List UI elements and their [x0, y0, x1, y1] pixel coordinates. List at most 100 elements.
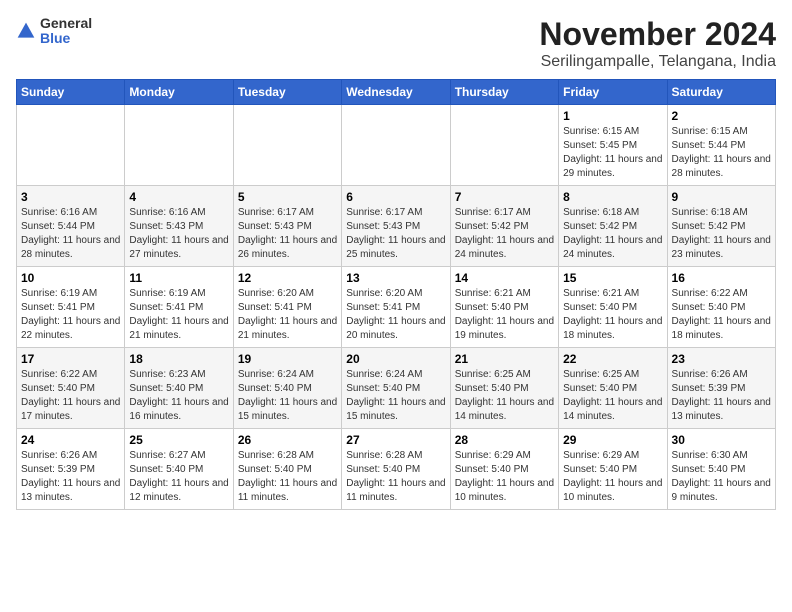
day-info: Sunrise: 6:24 AM Sunset: 5:40 PM Dayligh…	[346, 368, 445, 424]
calendar-cell: 27Sunrise: 6:28 AM Sunset: 5:40 PM Dayli…	[342, 429, 450, 510]
calendar-cell: 4 Sunrise: 6:16 AM Sunset: 5:43 PM Daylig…	[125, 186, 233, 267]
day-number: 19	[238, 352, 337, 366]
calendar-cell: 7Sunrise: 6:17 AM Sunset: 5:42 PM Daylig…	[450, 186, 558, 267]
day-number: 12	[238, 271, 337, 285]
calendar-cell: 20 Sunrise: 6:24 AM Sunset: 5:40 PM Dayli…	[342, 348, 450, 429]
calendar-cell: 28Sunrise: 6:29 AM Sunset: 5:40 PM Dayli…	[450, 429, 558, 510]
calendar-cell: 13 Sunrise: 6:20 AM Sunset: 5:41 PM Dayli…	[342, 267, 450, 348]
day-number: 7	[455, 190, 554, 204]
page-header: General Blue November 2024 Serilingampal…	[16, 16, 776, 71]
day-number: 21	[455, 352, 554, 366]
day-number: 28	[455, 433, 554, 447]
day-info: Sunrise: 6:27 AM Sunset: 5:40 PM Dayligh…	[129, 449, 228, 505]
calendar-cell: 26 Sunrise: 6:28 AM Sunset: 5:40 PM Dayli…	[233, 429, 341, 510]
day-info: Sunrise: 6:21 AM Sunset: 5:40 PM Dayligh…	[455, 287, 554, 343]
logo: General Blue	[16, 16, 92, 47]
day-info: Sunrise: 6:16 AM Sunset: 5:44 PM Dayligh…	[21, 206, 120, 262]
day-info: Sunrise: 6:20 AM Sunset: 5:41 PM Dayligh…	[346, 287, 445, 343]
day-info: Sunrise: 6:18 AM Sunset: 5:42 PM Dayligh…	[672, 206, 771, 262]
day-info: Sunrise: 6:28 AM Sunset: 5:40 PM Dayligh…	[238, 449, 337, 505]
day-number: 24	[21, 433, 120, 447]
logo-text: General Blue	[40, 16, 92, 47]
calendar-cell: 25 Sunrise: 6:27 AM Sunset: 5:40 PM Dayli…	[125, 429, 233, 510]
day-info: Sunrise: 6:25 AM Sunset: 5:40 PM Dayligh…	[455, 368, 554, 424]
day-info: Sunrise: 6:19 AM Sunset: 5:41 PM Dayligh…	[129, 287, 228, 343]
day-info: Sunrise: 6:29 AM Sunset: 5:40 PM Dayligh…	[563, 449, 662, 505]
day-info: Sunrise: 6:30 AM Sunset: 5:40 PM Dayligh…	[672, 449, 771, 505]
title-block: November 2024 Serilingampalle, Telangana…	[539, 16, 776, 71]
day-number: 2	[672, 109, 771, 123]
calendar-week-5: 24 Sunrise: 6:26 AM Sunset: 5:39 PM Dayli…	[17, 429, 776, 510]
day-number: 15	[563, 271, 662, 285]
day-info: Sunrise: 6:19 AM Sunset: 5:41 PM Dayligh…	[21, 287, 120, 343]
day-info: Sunrise: 6:24 AM Sunset: 5:40 PM Dayligh…	[238, 368, 337, 424]
calendar-cell: 15Sunrise: 6:21 AM Sunset: 5:40 PM Dayli…	[559, 267, 667, 348]
day-info: Sunrise: 6:18 AM Sunset: 5:42 PM Dayligh…	[563, 206, 662, 262]
day-info: Sunrise: 6:25 AM Sunset: 5:40 PM Dayligh…	[563, 368, 662, 424]
day-info: Sunrise: 6:17 AM Sunset: 5:43 PM Dayligh…	[238, 206, 337, 262]
day-number: 17	[21, 352, 120, 366]
calendar-cell: 1 Sunrise: 6:15 AM Sunset: 5:45 PM Daylig…	[559, 105, 667, 186]
day-number: 29	[563, 433, 662, 447]
calendar-cell	[125, 105, 233, 186]
day-number: 30	[672, 433, 771, 447]
calendar-cell: 23Sunrise: 6:26 AM Sunset: 5:39 PM Dayli…	[667, 348, 775, 429]
calendar-cell: 30 Sunrise: 6:30 AM Sunset: 5:40 PM Dayli…	[667, 429, 775, 510]
calendar-cell: 6Sunrise: 6:17 AM Sunset: 5:43 PM Daylig…	[342, 186, 450, 267]
calendar-cell: 5 Sunrise: 6:17 AM Sunset: 5:43 PM Daylig…	[233, 186, 341, 267]
calendar-header-row: SundayMondayTuesdayWednesdayThursdayFrid…	[17, 80, 776, 105]
calendar-cell: 8 Sunrise: 6:18 AM Sunset: 5:42 PM Daylig…	[559, 186, 667, 267]
day-info: Sunrise: 6:26 AM Sunset: 5:39 PM Dayligh…	[21, 449, 120, 505]
calendar-table: SundayMondayTuesdayWednesdayThursdayFrid…	[16, 79, 776, 510]
day-number: 26	[238, 433, 337, 447]
day-info: Sunrise: 6:17 AM Sunset: 5:43 PM Dayligh…	[346, 206, 445, 262]
calendar-week-2: 3 Sunrise: 6:16 AM Sunset: 5:44 PM Daylig…	[17, 186, 776, 267]
column-header-saturday: Saturday	[667, 80, 775, 105]
calendar-cell: 18Sunrise: 6:23 AM Sunset: 5:40 PM Dayli…	[125, 348, 233, 429]
calendar-cell	[450, 105, 558, 186]
day-number: 4	[129, 190, 228, 204]
day-number: 13	[346, 271, 445, 285]
day-number: 11	[129, 271, 228, 285]
logo-general: General	[40, 16, 92, 31]
calendar-cell: 2 Sunrise: 6:15 AM Sunset: 5:44 PM Daylig…	[667, 105, 775, 186]
day-info: Sunrise: 6:23 AM Sunset: 5:40 PM Dayligh…	[129, 368, 228, 424]
calendar-cell	[342, 105, 450, 186]
page-subtitle: Serilingampalle, Telangana, India	[539, 53, 776, 71]
day-number: 16	[672, 271, 771, 285]
calendar-cell: 3 Sunrise: 6:16 AM Sunset: 5:44 PM Daylig…	[17, 186, 125, 267]
column-header-sunday: Sunday	[17, 80, 125, 105]
day-info: Sunrise: 6:22 AM Sunset: 5:40 PM Dayligh…	[21, 368, 120, 424]
day-info: Sunrise: 6:16 AM Sunset: 5:43 PM Dayligh…	[129, 206, 228, 262]
calendar-week-3: 10Sunrise: 6:19 AM Sunset: 5:41 PM Dayli…	[17, 267, 776, 348]
calendar-week-4: 17 Sunrise: 6:22 AM Sunset: 5:40 PM Dayli…	[17, 348, 776, 429]
calendar-cell: 10Sunrise: 6:19 AM Sunset: 5:41 PM Dayli…	[17, 267, 125, 348]
calendar-cell	[17, 105, 125, 186]
day-info: Sunrise: 6:28 AM Sunset: 5:40 PM Dayligh…	[346, 449, 445, 505]
calendar-cell: 14 Sunrise: 6:21 AM Sunset: 5:40 PM Dayli…	[450, 267, 558, 348]
day-info: Sunrise: 6:15 AM Sunset: 5:45 PM Dayligh…	[563, 125, 662, 181]
calendar-cell: 21 Sunrise: 6:25 AM Sunset: 5:40 PM Dayli…	[450, 348, 558, 429]
calendar-cell: 22 Sunrise: 6:25 AM Sunset: 5:40 PM Dayli…	[559, 348, 667, 429]
column-header-tuesday: Tuesday	[233, 80, 341, 105]
column-header-monday: Monday	[125, 80, 233, 105]
column-header-friday: Friday	[559, 80, 667, 105]
calendar-cell: 17 Sunrise: 6:22 AM Sunset: 5:40 PM Dayli…	[17, 348, 125, 429]
day-number: 14	[455, 271, 554, 285]
calendar-cell: 29 Sunrise: 6:29 AM Sunset: 5:40 PM Dayli…	[559, 429, 667, 510]
calendar-cell: 12Sunrise: 6:20 AM Sunset: 5:41 PM Dayli…	[233, 267, 341, 348]
day-number: 25	[129, 433, 228, 447]
day-number: 20	[346, 352, 445, 366]
day-number: 3	[21, 190, 120, 204]
day-number: 1	[563, 109, 662, 123]
day-number: 9	[672, 190, 771, 204]
day-number: 23	[672, 352, 771, 366]
day-number: 22	[563, 352, 662, 366]
column-header-wednesday: Wednesday	[342, 80, 450, 105]
day-number: 5	[238, 190, 337, 204]
logo-icon	[16, 21, 36, 41]
day-info: Sunrise: 6:22 AM Sunset: 5:40 PM Dayligh…	[672, 287, 771, 343]
day-number: 8	[563, 190, 662, 204]
day-info: Sunrise: 6:15 AM Sunset: 5:44 PM Dayligh…	[672, 125, 771, 181]
calendar-cell: 9 Sunrise: 6:18 AM Sunset: 5:42 PM Daylig…	[667, 186, 775, 267]
